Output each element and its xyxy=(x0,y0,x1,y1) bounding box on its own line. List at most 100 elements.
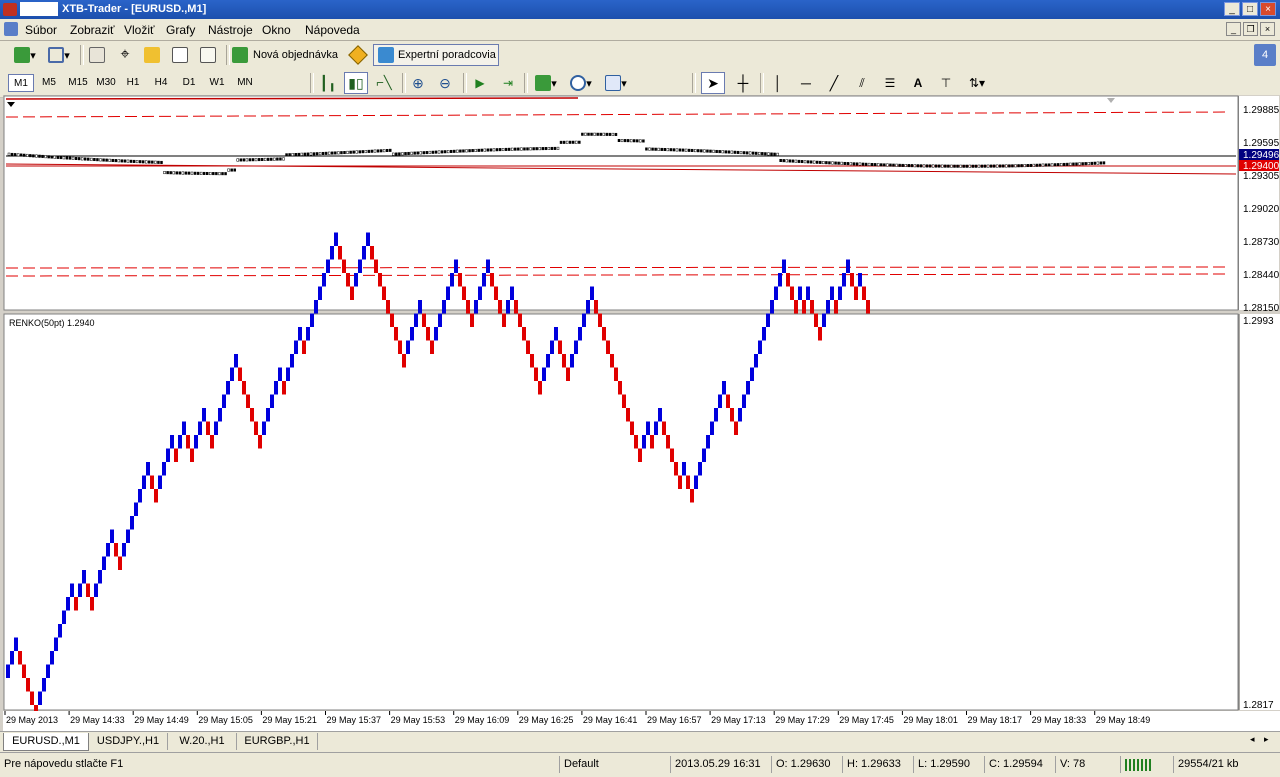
menu-view[interactable]: Zobraziť xyxy=(70,23,115,37)
vertical-line-tool-button[interactable]: │ xyxy=(766,72,790,94)
m1-candle xyxy=(953,164,956,168)
tab-scroll-left-icon[interactable]: ◂ xyxy=(1250,734,1255,745)
m1-candle xyxy=(547,146,551,150)
periods-button[interactable]: ▾ xyxy=(566,72,596,94)
close-button[interactable]: × xyxy=(1260,2,1276,16)
renko-brick xyxy=(178,435,182,449)
renko-brick xyxy=(506,300,510,314)
timeframe-m1[interactable]: M1 xyxy=(8,74,34,92)
mdi-restore-button[interactable]: ❐ xyxy=(1243,22,1258,36)
m1-candle xyxy=(886,163,889,167)
timeframe-h4[interactable]: H4 xyxy=(148,74,174,92)
price-panel[interactable] xyxy=(3,95,1239,311)
renko-brick xyxy=(62,610,66,624)
m1-candle xyxy=(190,171,194,175)
crosshair-target-icon: ⌖ xyxy=(120,46,130,63)
navigator-button[interactable] xyxy=(141,44,163,66)
templates-button[interactable]: ▾ xyxy=(600,72,632,94)
cursor-tool-button[interactable]: ➤ xyxy=(701,72,725,94)
m1-candle xyxy=(526,147,529,151)
fibonacci-tool-button[interactable]: ☰ xyxy=(878,72,902,94)
market-watch-button[interactable] xyxy=(86,44,108,66)
menu-insert[interactable]: Vložiť xyxy=(124,23,155,37)
chart-window[interactable]: 1.29885 1.29595 1.29305 1.29020 1.28730 … xyxy=(3,95,1280,731)
channel-tool-button[interactable]: ⫽ xyxy=(850,72,874,94)
renko-panel[interactable] xyxy=(3,313,1239,711)
tab-eurusd-m1[interactable]: EURUSD.,M1 xyxy=(3,733,89,751)
minimize-button[interactable]: _ xyxy=(1224,2,1240,16)
metaeditor-button[interactable] xyxy=(347,44,369,66)
m1-candle xyxy=(846,162,849,166)
notification-badge[interactable]: 4 xyxy=(1254,44,1276,66)
text-tool-button[interactable]: A xyxy=(906,72,930,94)
timeframe-m5[interactable]: M5 xyxy=(36,74,62,92)
auto-scroll-button[interactable]: ▶ xyxy=(468,72,492,94)
m1-candle xyxy=(834,161,837,165)
m1-candle xyxy=(328,151,331,155)
time-label: 29 May 15:37 xyxy=(327,715,382,725)
menu-file[interactable]: Súbor xyxy=(25,23,57,37)
trendline-tool-button[interactable]: ╱ xyxy=(822,72,846,94)
horizontal-line-tool-button[interactable]: ─ xyxy=(794,72,818,94)
renko-brick xyxy=(522,327,526,341)
zoom-out-button[interactable]: ⊖ xyxy=(433,72,457,94)
line-chart-button[interactable]: ⌐╲ xyxy=(372,72,396,94)
new-chart-button[interactable]: ▾ xyxy=(8,44,42,66)
m1-candle xyxy=(263,157,267,161)
crosshair-tool-button[interactable]: ┼ xyxy=(731,72,755,94)
renko-brick xyxy=(730,408,734,422)
bar-chart-button[interactable]: ┃╻ xyxy=(316,72,340,94)
m1-candle xyxy=(767,152,770,156)
timeframe-d1[interactable]: D1 xyxy=(176,74,202,92)
renko-brick xyxy=(626,408,630,422)
candlestick-button[interactable]: ▮▯ xyxy=(344,72,368,94)
menu-charts[interactable]: Grafy xyxy=(166,23,195,37)
folder-star-icon xyxy=(144,47,160,63)
data-window-button[interactable]: ⌖ xyxy=(114,44,136,66)
mdi-close-button[interactable]: × xyxy=(1260,22,1275,36)
maximize-button[interactable]: □ xyxy=(1242,2,1258,16)
m1-candle xyxy=(145,160,148,164)
channel-icon: ⫽ xyxy=(859,75,865,90)
tab-eurgbp-h1[interactable]: EURGBP.,H1 xyxy=(237,733,318,750)
m1-candle xyxy=(193,171,197,175)
timeframe-h1[interactable]: H1 xyxy=(120,74,146,92)
m1-candle xyxy=(773,152,776,156)
timeframe-w1[interactable]: W1 xyxy=(204,74,230,92)
menu-tools[interactable]: Nástroje xyxy=(208,23,253,37)
menu-window[interactable]: Okno xyxy=(262,23,291,37)
tab-usdjpy-h1[interactable]: USDJPY.,H1 xyxy=(89,733,168,750)
price-axis-label: 1.28440 xyxy=(1243,270,1280,281)
chart-canvas[interactable]: 1.29885 1.29595 1.29305 1.29020 1.28730 … xyxy=(3,95,1280,731)
m1-candle xyxy=(712,149,715,153)
strategy-tester-button[interactable] xyxy=(197,44,219,66)
tab-scroll-right-icon[interactable]: ▸ xyxy=(1264,734,1269,745)
profiles-button[interactable]: ▾ xyxy=(44,44,74,66)
m1-candle xyxy=(26,153,29,157)
tab-w20-h1[interactable]: W.20.,H1 xyxy=(168,733,237,750)
menu-help[interactable]: Nápoveda xyxy=(305,23,360,37)
document-icon[interactable] xyxy=(4,22,18,36)
timeframe-m30[interactable]: M30 xyxy=(92,74,120,92)
mdi-minimize-button[interactable]: _ xyxy=(1226,22,1241,36)
expert-advisors-button[interactable]: Expertní poradcovia xyxy=(373,44,499,66)
m1-candle xyxy=(703,149,706,153)
renko-brick xyxy=(306,327,310,341)
m1-candle xyxy=(163,171,166,175)
zoom-in-button[interactable]: ⊕ xyxy=(406,72,430,94)
label-tool-button[interactable]: ⊤ xyxy=(934,72,958,94)
timeframe-mn[interactable]: MN xyxy=(232,74,258,92)
m1-candle xyxy=(559,140,563,144)
indicators-button[interactable]: ▾ xyxy=(530,72,562,94)
new-order-button[interactable]: Nová objednávka xyxy=(232,44,344,66)
m1-candle xyxy=(10,152,14,156)
m1-candle xyxy=(1081,162,1084,166)
terminal-button[interactable] xyxy=(169,44,191,66)
m1-candle xyxy=(166,171,169,175)
chart-shift-button[interactable]: ⇥ xyxy=(496,72,520,94)
title-bar: XTB-Trader - [EURUSD.,M1] _ □ × xyxy=(0,0,1280,19)
timeframe-m15[interactable]: M15 xyxy=(64,74,92,92)
app-icon[interactable] xyxy=(3,3,17,16)
m1-candle xyxy=(880,163,883,167)
arrows-tool-button[interactable]: ⇅▾ xyxy=(962,72,992,94)
